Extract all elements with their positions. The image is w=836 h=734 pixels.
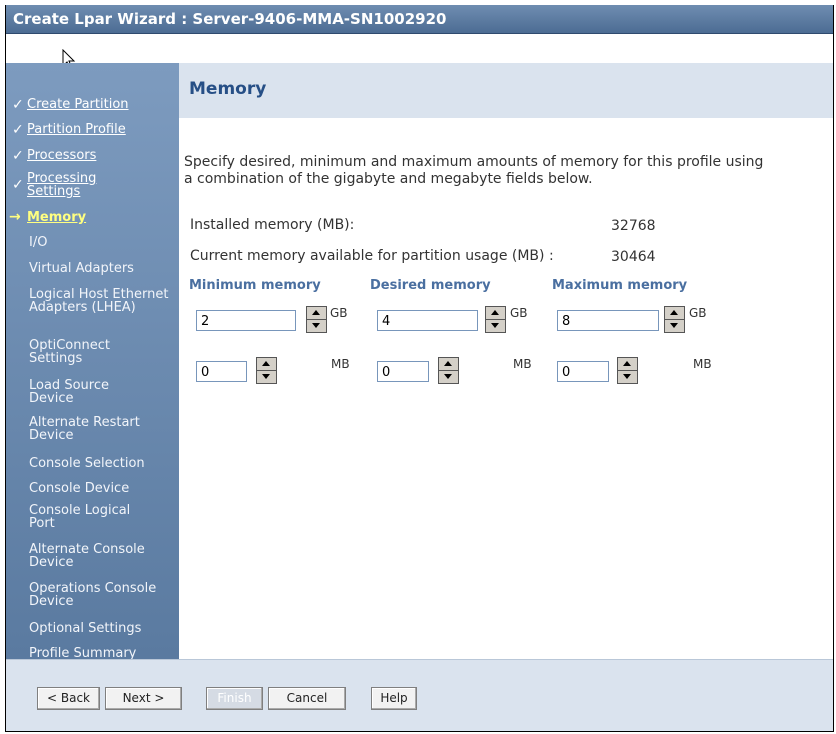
spinner-up-arrow-icon[interactable] bbox=[665, 307, 684, 320]
page-title: Memory bbox=[189, 79, 267, 99]
gb-unit-label: GB bbox=[689, 306, 707, 320]
sidebar-item-label: Memory bbox=[27, 210, 87, 225]
sidebar-item-label: Alternate Restart Device bbox=[29, 415, 140, 443]
desired-memory-mb-spinner[interactable] bbox=[438, 357, 459, 384]
gb-unit-label: GB bbox=[510, 306, 528, 320]
maximum-memory-gb-input[interactable]: 8 bbox=[557, 310, 659, 331]
spinner-up-arrow-icon[interactable] bbox=[307, 307, 326, 320]
checkmark-icon: ✓ bbox=[12, 148, 24, 164]
title-bar: Create Lpar Wizard : Server-9406-MMA-SN1… bbox=[6, 5, 833, 34]
maximum-memory-mb-input[interactable]: 0 bbox=[557, 361, 609, 382]
spinner-down-arrow-icon[interactable] bbox=[257, 371, 276, 383]
page-heading-band: Memory bbox=[179, 63, 833, 118]
sidebar-item-label: Virtual Adapters bbox=[29, 261, 134, 276]
installed-memory-label: Installed memory (MB): bbox=[190, 217, 355, 233]
sidebar-item-create-partition[interactable]: ✓ Create Partition bbox=[6, 97, 179, 113]
checkmark-icon: ✓ bbox=[12, 97, 24, 113]
sidebar-item-label: OptiConnect Settings bbox=[29, 338, 110, 366]
sidebar-item-processors[interactable]: ✓ Processors bbox=[6, 148, 179, 164]
mb-unit-label: MB bbox=[331, 357, 350, 371]
desired-memory-gb-input[interactable]: 4 bbox=[377, 310, 478, 331]
sidebar-item-label: Partition Profile bbox=[27, 122, 126, 137]
maximum-memory-mb-spinner[interactable] bbox=[617, 357, 638, 384]
window-title: Create Lpar Wizard : Server-9406-MMA-SN1… bbox=[13, 10, 447, 28]
sidebar-item-label: Optional Settings bbox=[29, 621, 142, 636]
spinner-up-arrow-icon[interactable] bbox=[439, 358, 458, 371]
sidebar-item-label: Console Device bbox=[29, 481, 130, 496]
mb-unit-label: MB bbox=[693, 357, 712, 371]
spinner-down-arrow-icon[interactable] bbox=[618, 371, 637, 383]
checkmark-icon: ✓ bbox=[12, 122, 24, 138]
sidebar-item-label: Operations Console Device bbox=[29, 581, 157, 609]
sidebar-item-label: Console Logical Port bbox=[29, 503, 131, 531]
next-button[interactable]: Next > bbox=[105, 687, 182, 710]
sidebar-item-label: Processing Settings bbox=[27, 171, 97, 199]
checkmark-icon: ✓ bbox=[12, 177, 24, 193]
spinner-down-arrow-icon[interactable] bbox=[486, 320, 505, 332]
instructions-line-2: a combination of the gigabyte and megaby… bbox=[184, 171, 593, 187]
gb-unit-label: GB bbox=[330, 306, 348, 320]
sidebar-item-label: Processors bbox=[27, 148, 97, 163]
instructions-line-1: Specify desired, minimum and maximum amo… bbox=[184, 154, 764, 170]
sidebar-item-label: Create Partition bbox=[27, 97, 129, 112]
wizard-window: Create Lpar Wizard : Server-9406-MMA-SN1… bbox=[5, 5, 834, 732]
sidebar-item-label: Alternate Console Device bbox=[29, 542, 145, 570]
minimum-memory-gb-spinner[interactable] bbox=[306, 306, 327, 333]
maximum-memory-heading: Maximum memory bbox=[552, 278, 688, 293]
wizard-button-bar: < Back Next > Finish Cancel Help bbox=[6, 659, 833, 731]
available-memory-value: 30464 bbox=[611, 249, 656, 265]
sidebar-item-label: I/O bbox=[29, 235, 48, 250]
arrow-right-icon: → bbox=[9, 209, 21, 225]
mb-unit-label: MB bbox=[513, 357, 532, 371]
sidebar-item-label: Load Source Device bbox=[29, 378, 109, 406]
back-button[interactable]: < Back bbox=[37, 687, 100, 710]
desired-memory-mb-input[interactable]: 0 bbox=[377, 361, 429, 382]
sidebar-item-memory[interactable]: → Memory bbox=[6, 209, 179, 225]
desired-memory-gb-spinner[interactable] bbox=[485, 306, 506, 333]
spinner-down-arrow-icon[interactable] bbox=[307, 320, 326, 332]
spinner-down-arrow-icon[interactable] bbox=[439, 371, 458, 383]
help-button[interactable]: Help bbox=[371, 687, 417, 710]
available-memory-label: Current memory available for partition u… bbox=[190, 248, 554, 264]
wizard-steps-sidebar: ✓ Create Partition ✓ Partition Profile ✓… bbox=[6, 63, 179, 660]
spinner-up-arrow-icon[interactable] bbox=[618, 358, 637, 371]
desired-memory-heading: Desired memory bbox=[370, 278, 491, 293]
minimum-memory-heading: Minimum memory bbox=[189, 278, 321, 293]
minimum-memory-gb-input[interactable]: 2 bbox=[196, 310, 296, 331]
spinner-up-arrow-icon[interactable] bbox=[257, 358, 276, 371]
installed-memory-value: 32768 bbox=[611, 218, 656, 234]
spinner-down-arrow-icon[interactable] bbox=[665, 320, 684, 332]
sidebar-item-partition-profile[interactable]: ✓ Partition Profile bbox=[6, 122, 179, 138]
spinner-up-arrow-icon[interactable] bbox=[486, 307, 505, 320]
sidebar-item-label: Logical Host Ethernet Adapters (LHEA) bbox=[29, 287, 169, 315]
maximum-memory-gb-spinner[interactable] bbox=[664, 306, 685, 333]
sidebar-item-processing-settings[interactable]: ✓ Processing Settings bbox=[6, 172, 179, 198]
minimum-memory-mb-spinner[interactable] bbox=[256, 357, 277, 384]
sidebar-item-label: Console Selection bbox=[29, 456, 145, 471]
cancel-button[interactable]: Cancel bbox=[268, 687, 346, 710]
finish-button[interactable]: Finish bbox=[206, 687, 263, 710]
minimum-memory-mb-input[interactable]: 0 bbox=[196, 361, 247, 382]
